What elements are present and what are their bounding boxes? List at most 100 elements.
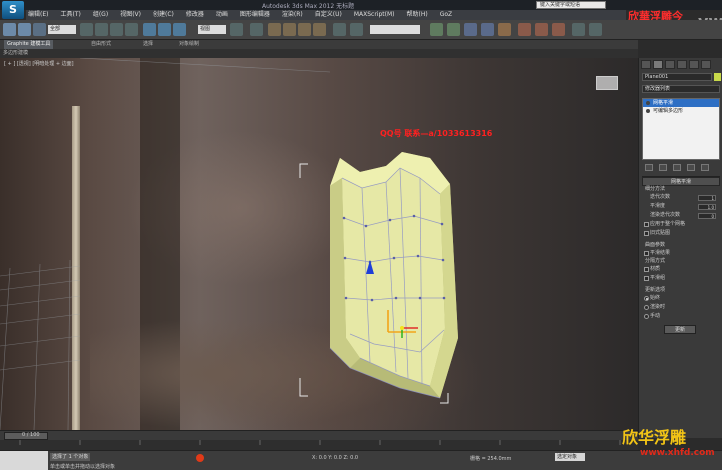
smoothness-spinner[interactable]: 1.0 (698, 204, 716, 210)
snaps-toggle-icon[interactable] (268, 23, 281, 36)
key-filter-dropdown[interactable]: 选定对象 (555, 453, 585, 461)
utilities-tab-icon[interactable] (701, 60, 711, 69)
tab-freeform[interactable]: 自由形式 (88, 40, 114, 49)
curve-editor-icon[interactable] (464, 23, 477, 36)
configure-sets-icon[interactable] (701, 164, 709, 171)
menu-tools[interactable]: 工具(T) (58, 10, 82, 20)
reference-coord-dropdown[interactable]: 视图 (198, 25, 226, 34)
render-iterative-icon[interactable] (572, 23, 585, 36)
hierarchy-tab-icon[interactable] (665, 60, 675, 69)
menu-group[interactable]: 组(G) (91, 10, 110, 20)
select-object-icon[interactable] (80, 23, 93, 36)
window-crossing-icon[interactable] (125, 23, 138, 36)
make-unique-icon[interactable] (673, 164, 681, 171)
material-editor-icon[interactable] (498, 23, 511, 36)
maxscript-listener-mini[interactable] (0, 451, 48, 470)
display-tab-icon[interactable] (689, 60, 699, 69)
checkbox[interactable] (644, 276, 649, 281)
rotate-icon[interactable] (158, 23, 171, 36)
iterations-spinner[interactable]: 1 (698, 195, 716, 201)
tab-selection[interactable]: 选择 (140, 40, 156, 49)
menu-views[interactable]: 视图(V) (118, 10, 143, 20)
render-production-icon[interactable] (552, 23, 565, 36)
menu-graph-editors[interactable]: 图形编辑器 (238, 10, 272, 20)
checkbox[interactable] (644, 222, 649, 227)
edit-named-selection-icon[interactable] (333, 23, 346, 36)
light-bulb-icon[interactable] (646, 109, 650, 113)
rollout-title[interactable]: 网格平滑 (642, 177, 720, 186)
schematic-view-icon[interactable] (481, 23, 494, 36)
angle-snap-icon[interactable] (283, 23, 296, 36)
modify-tab-icon[interactable] (653, 60, 663, 69)
render-iters-spinner[interactable]: 0 (698, 213, 716, 219)
separate-materials[interactable]: 材质 (642, 265, 720, 274)
relief-mesh[interactable] (290, 148, 490, 418)
perspective-viewport[interactable]: [ + ] [透视] [明暗处理 + 边面] QQ号 联系—a/10336133… (0, 58, 638, 430)
select-manipulate-icon[interactable] (250, 23, 263, 36)
option-apply-whole-mesh[interactable]: 应用于整个网格 (642, 220, 720, 229)
menu-animation[interactable]: 动画 (214, 10, 230, 20)
separate-smoothing-groups[interactable]: 平滑组 (642, 274, 720, 283)
ribbon-panel-label[interactable]: 多边形建模 (3, 49, 28, 58)
undo-icon[interactable] (3, 23, 16, 36)
modifier-list-dropdown[interactable]: 修改器列表 (642, 85, 720, 93)
selection-filter-dropdown[interactable]: 全部 (48, 25, 76, 34)
activeshade-icon[interactable] (589, 23, 602, 36)
stack-item-meshsmooth[interactable]: 网格平滑 (643, 99, 719, 107)
move-icon[interactable] (143, 23, 156, 36)
rendered-frame-icon[interactable] (535, 23, 548, 36)
update-button[interactable]: 更新 (664, 325, 696, 334)
scale-icon[interactable] (173, 23, 186, 36)
render-setup-icon[interactable] (518, 23, 531, 36)
graphite-toggle-icon[interactable] (447, 23, 460, 36)
viewport-label[interactable]: [ + ] [透视] [明暗处理 + 边面] (4, 60, 74, 67)
object-name-field[interactable]: Plane001 (642, 73, 712, 81)
menu-goz[interactable]: GoZ (438, 10, 454, 20)
radio[interactable] (644, 296, 649, 301)
pivot-icon[interactable] (230, 23, 243, 36)
viewcube-icon[interactable] (596, 76, 618, 90)
menu-edit[interactable]: 编辑(E) (26, 10, 50, 20)
tab-object-paint[interactable]: 对象绘制 (176, 40, 202, 49)
checkbox[interactable] (644, 231, 649, 236)
link-icon[interactable] (33, 23, 46, 36)
track-bar[interactable] (0, 440, 638, 450)
named-selection-dropdown[interactable] (370, 25, 420, 34)
pin-stack-icon[interactable] (645, 164, 653, 171)
smooth-result-row[interactable]: 平滑结果 (642, 249, 720, 258)
menu-modifiers[interactable]: 修改器 (184, 10, 206, 20)
stack-item-editable-poly[interactable]: 可编辑多边形 (643, 107, 719, 115)
coordinate-display[interactable]: X: 0.0 Y: 0.0 Z: 0.0 (312, 455, 358, 461)
update-mode-manual[interactable]: 手动 (642, 312, 720, 321)
update-mode-always[interactable]: 始终 (642, 294, 720, 303)
mirror-icon[interactable] (350, 23, 363, 36)
menu-help[interactable]: 帮助(H) (405, 10, 430, 20)
option-old-style-mapping[interactable]: 旧式贴图 (642, 229, 720, 238)
record-icon[interactable] (196, 454, 204, 462)
motion-tab-icon[interactable] (677, 60, 687, 69)
percent-snap-icon[interactable] (298, 23, 311, 36)
app-logo-button[interactable]: S (2, 1, 24, 19)
light-bulb-icon[interactable] (646, 101, 650, 105)
layer-manager-icon[interactable] (430, 23, 443, 36)
time-slider[interactable]: 0 / 100 (0, 430, 638, 440)
menu-maxscript[interactable]: MAXScript(M) (352, 10, 397, 20)
radio[interactable] (644, 305, 649, 310)
rect-selection-icon[interactable] (110, 23, 123, 36)
radio[interactable] (644, 314, 649, 319)
redo-icon[interactable] (18, 23, 31, 36)
create-tab-icon[interactable] (641, 60, 651, 69)
remove-modifier-icon[interactable] (687, 164, 695, 171)
menu-rendering[interactable]: 渲染(R) (280, 10, 305, 20)
object-color-swatch[interactable] (714, 73, 721, 81)
menu-create[interactable]: 创建(C) (151, 10, 176, 20)
tab-graphite-modeling[interactable]: Graphite 建模工具 (4, 40, 54, 49)
update-mode-render[interactable]: 渲染时 (642, 303, 720, 312)
spinner-snap-icon[interactable] (313, 23, 326, 36)
checkbox[interactable] (644, 267, 649, 272)
menu-customize[interactable]: 自定义(U) (313, 10, 344, 20)
search-input[interactable]: 键入关键字或短语 (536, 1, 606, 9)
checkbox[interactable] (644, 251, 649, 256)
select-by-name-icon[interactable] (95, 23, 108, 36)
show-end-result-icon[interactable] (659, 164, 667, 171)
